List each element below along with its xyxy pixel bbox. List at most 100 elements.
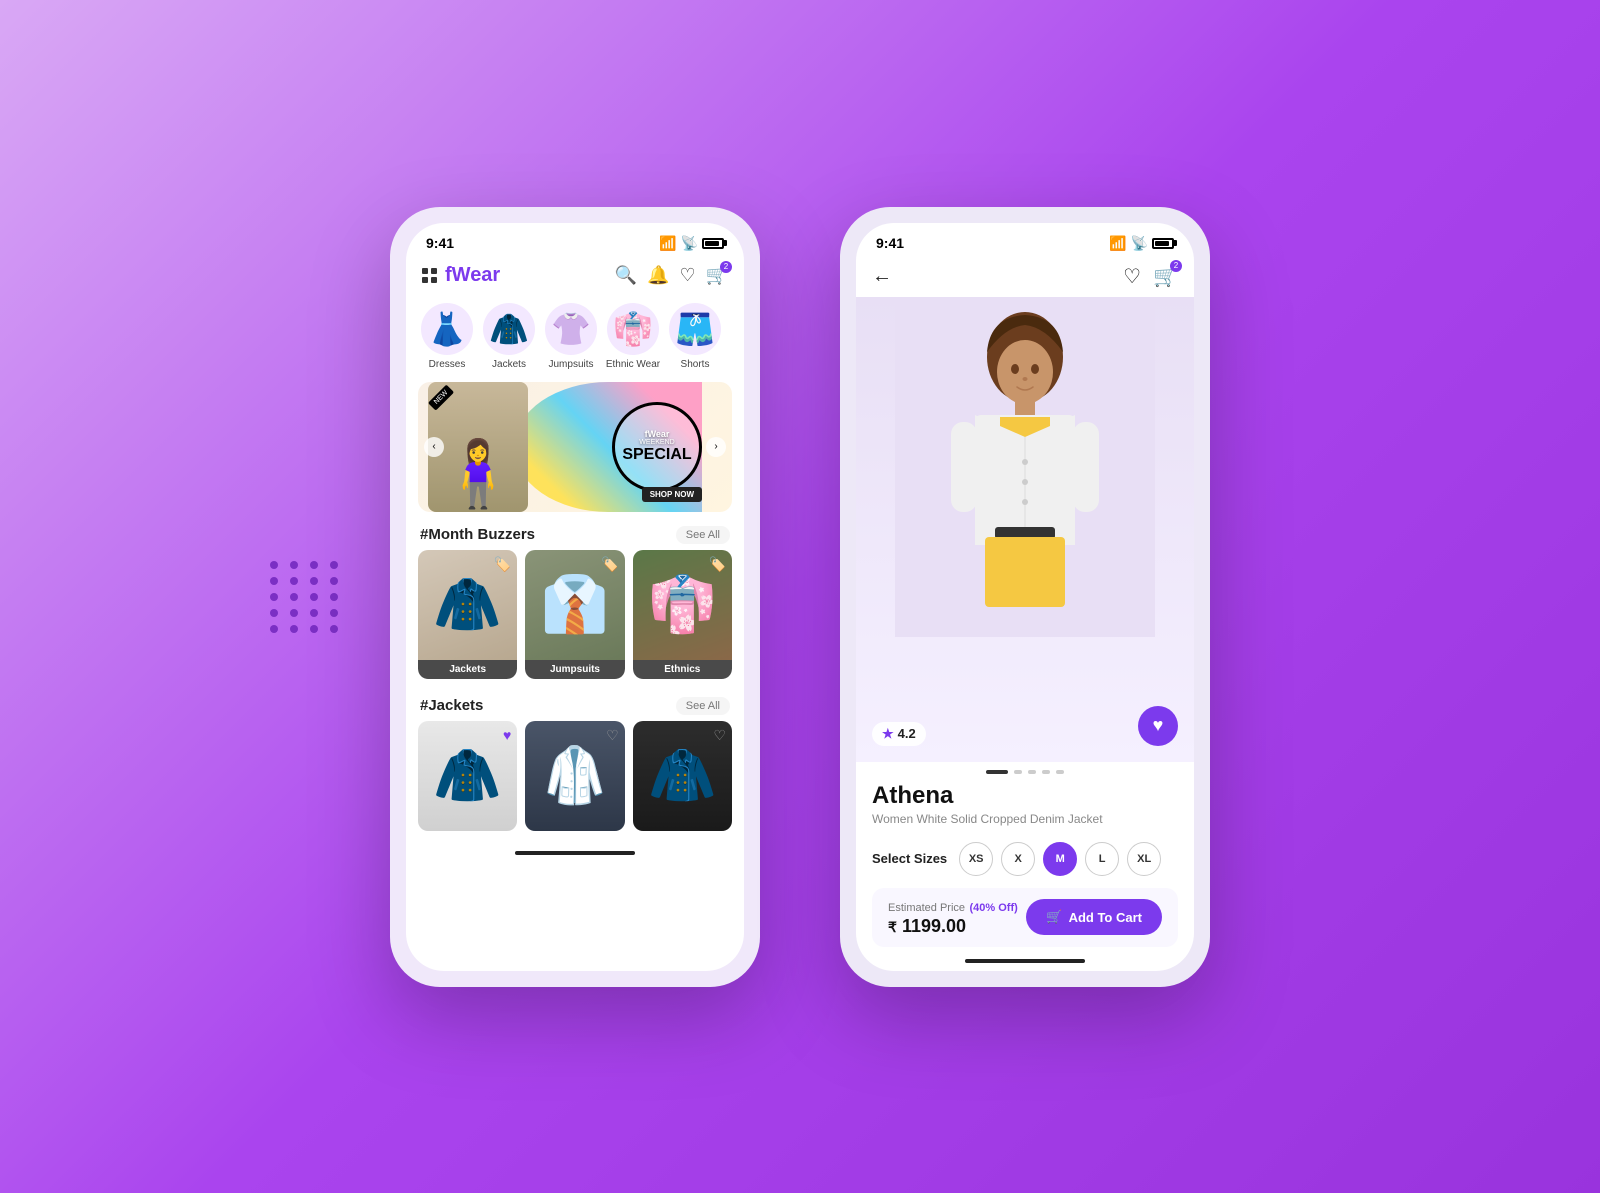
product-label-ethnics: Ethnics	[633, 660, 732, 679]
size-btn-m[interactable]: M	[1043, 842, 1077, 876]
jackets-grid: 🧥 ♥ 🥼 ♡ 🧥 ♡	[406, 721, 744, 843]
bookmark-icon-3: 🏷️	[709, 556, 726, 573]
wifi-icon-2: 📡	[1131, 235, 1148, 252]
currency-symbol: ₹	[888, 919, 897, 935]
heart-filled-icon: ♥	[1153, 715, 1164, 736]
search-icon[interactable]: 🔍	[615, 265, 637, 286]
signal-icon-2: 📶	[1109, 235, 1126, 252]
banner-next-button[interactable]: ›	[706, 437, 726, 457]
category-label-dresses: Dresses	[429, 359, 466, 370]
product-card-jumpsuits[interactable]: 👔 🏷️ Jumpsuits	[525, 550, 624, 679]
jacket-card-blue[interactable]: 🥼 ♡	[525, 721, 624, 831]
product-card-ethnics[interactable]: 👘 🏷️ Ethnics	[633, 550, 732, 679]
category-label-shorts: Shorts	[681, 359, 710, 370]
jacket-card-black[interactable]: 🧥 ♡	[633, 721, 732, 831]
product-label-jackets: Jackets	[418, 660, 517, 679]
product-info: Athena Women White Solid Cropped Denim J…	[856, 782, 1194, 834]
grid-menu-icon[interactable]	[422, 268, 437, 283]
wishlist-icon-blue[interactable]: ♡	[606, 727, 619, 744]
status-bar-2: 9:41 📶 📡	[856, 223, 1194, 256]
cart-badge: 2	[720, 261, 732, 273]
app-name-suffix: Wear	[452, 264, 501, 286]
star-icon: ★	[882, 726, 894, 742]
app-logo: fWear	[422, 264, 500, 287]
phone-product-detail: 9:41 📶 📡 ← ♡ 🛒 2	[840, 207, 1210, 987]
back-button[interactable]: ←	[872, 265, 892, 288]
category-item-ethnic[interactable]: 👘 Ethnic Wear	[604, 303, 662, 370]
product-description: Women White Solid Cropped Denim Jacket	[872, 812, 1178, 826]
price-amount: 1199.00	[902, 916, 966, 936]
price-info: Estimated Price (40% Off) ₹ 1199.00	[888, 898, 1018, 937]
battery-icon-2	[1152, 238, 1174, 249]
estimated-label-row: Estimated Price (40% Off)	[888, 898, 1018, 916]
bookmark-icon-2: 🏷️	[601, 556, 618, 573]
model-svg	[895, 297, 1155, 637]
category-item-jumpsuits[interactable]: 👚 Jumpsuits	[542, 303, 600, 370]
estimated-label: Estimated Price	[888, 902, 965, 914]
model-image	[856, 297, 1194, 762]
category-item-jackets[interactable]: 🧥 Jackets	[480, 303, 538, 370]
home-indicator-2	[856, 951, 1194, 971]
wishlist-icon-black[interactable]: ♡	[713, 727, 726, 744]
product-name: Athena	[872, 782, 1178, 810]
categories-list: 👗 Dresses 🧥 Jackets 👚 Jumpsuits	[406, 295, 744, 378]
product-wishlist-button[interactable]: ♥	[1138, 706, 1178, 746]
category-label-jumpsuits: Jumpsuits	[548, 359, 593, 370]
wifi-icon: 📡	[681, 235, 698, 252]
wishlist-header-icon[interactable]: ♡	[679, 265, 695, 286]
size-btn-xl[interactable]: XL	[1127, 842, 1161, 876]
banner-brand: fWear	[645, 429, 670, 439]
promo-banner[interactable]: 🧍‍♀️ NEW fWear WEEKEND SPECIAL SHOP NOW …	[418, 382, 732, 512]
app-name: fWear	[445, 264, 500, 287]
bookmark-icon-1: 🏷️	[494, 556, 511, 573]
detail-cart-wrap[interactable]: 🛒 2	[1153, 264, 1178, 289]
category-item-dresses[interactable]: 👗 Dresses	[418, 303, 476, 370]
cart-button-label: Add To Cart	[1069, 910, 1142, 925]
product-card-jackets[interactable]: 🧥 🏷️ Jackets	[418, 550, 517, 679]
jackets-section-header: #Jackets See All	[406, 687, 744, 721]
banner-special: SPECIAL	[622, 446, 691, 464]
decorative-dots-left	[270, 561, 342, 633]
battery-icon	[702, 238, 724, 249]
price-value: ₹ 1199.00	[888, 916, 1018, 937]
product-image-area: ★ 4.2 ♥	[856, 297, 1194, 762]
app-name-prefix: f	[445, 264, 452, 286]
category-label-ethnic: Ethnic Wear	[606, 359, 660, 370]
size-btn-l[interactable]: L	[1085, 842, 1119, 876]
wishlist-icon-white[interactable]: ♥	[503, 727, 511, 743]
signal-icon: 📶	[659, 235, 676, 252]
bell-icon[interactable]: 🔔	[647, 265, 669, 286]
cart-icon-wrap[interactable]: 🛒 2	[706, 265, 728, 286]
size-btn-x[interactable]: X	[1001, 842, 1035, 876]
category-label-jackets: Jackets	[492, 359, 526, 370]
banner-text-area: fWear WEEKEND SPECIAL	[612, 402, 702, 492]
month-buzzers-see-all[interactable]: See All	[676, 526, 730, 544]
banner-circle: fWear WEEKEND SPECIAL	[612, 402, 702, 492]
add-to-cart-button[interactable]: 🛒 Add To Cart	[1026, 899, 1162, 935]
rating-value: 4.2	[898, 726, 916, 741]
time-1: 9:41	[426, 235, 454, 251]
product-label-jumpsuits: Jumpsuits	[525, 660, 624, 679]
banner-prev-button[interactable]: ‹	[424, 437, 444, 457]
discount-badge: (40% Off)	[969, 902, 1017, 914]
status-icons-1: 📶 📡	[659, 235, 724, 252]
dot-4	[1042, 770, 1050, 774]
size-btn-xs[interactable]: XS	[959, 842, 993, 876]
category-item-shorts[interactable]: 🩳 Shorts	[666, 303, 724, 370]
home-bar-1	[515, 851, 635, 855]
jacket-card-white[interactable]: 🧥 ♥	[418, 721, 517, 831]
price-cart-section: Estimated Price (40% Off) ₹ 1199.00 🛒 Ad…	[872, 888, 1178, 947]
shop-now-button[interactable]: SHOP NOW	[642, 487, 702, 502]
jackets-see-all[interactable]: See All	[676, 697, 730, 715]
month-buzzers-grid: 🧥 🏷️ Jackets 👔 🏷️ Jumpsuits 👘	[406, 550, 744, 687]
dot-2	[1014, 770, 1022, 774]
category-circle-jackets: 🧥	[483, 303, 535, 355]
status-bar-1: 9:41 📶 📡	[406, 223, 744, 256]
home-indicator-1	[406, 843, 744, 863]
jackets-section-title: #Jackets	[420, 697, 483, 714]
size-selector-label: Select Sizes	[872, 851, 947, 866]
detail-wishlist-icon[interactable]: ♡	[1123, 264, 1141, 289]
detail-cart-badge: 2	[1170, 260, 1182, 272]
pagination-dots	[856, 762, 1194, 782]
category-circle-shorts: 🩳	[669, 303, 721, 355]
